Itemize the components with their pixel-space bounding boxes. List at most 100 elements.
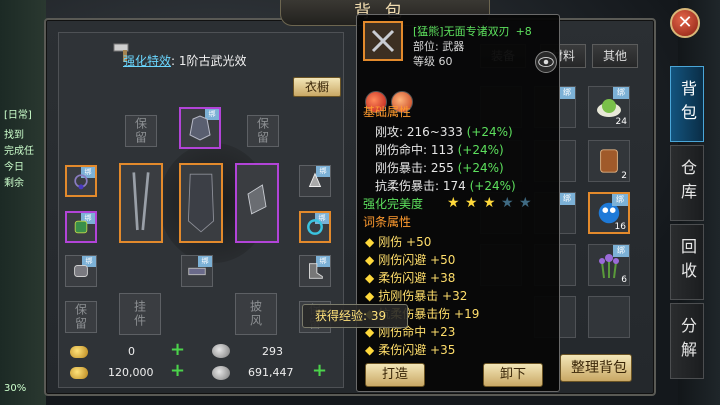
bound-silver-value: 691,447 <box>248 366 294 379</box>
wardrobe-button[interactable]: 衣橱 <box>293 77 341 97</box>
weapon-slot[interactable] <box>119 163 163 243</box>
add-gold-button[interactable]: + <box>170 341 185 359</box>
earring-icon <box>308 172 322 187</box>
cloak-slot[interactable]: 披风 <box>235 293 277 335</box>
coin-icon <box>70 367 88 379</box>
stat-line: 刚攻: 216~333 (+24%) <box>375 125 513 139</box>
necklace-icon <box>74 174 88 190</box>
inventory-slot[interactable] <box>588 296 630 338</box>
item-slot-line: 部位: 武器 <box>413 40 465 53</box>
reserved-slot[interactable]: 保留 <box>247 115 279 147</box>
base-attributes-title: 基础属性 <box>363 105 412 119</box>
quest-line: [日常] <box>4 110 32 121</box>
slot-value: 武器 <box>442 40 465 53</box>
quest-line: 找到 <box>4 130 24 141</box>
exp-gain-popup: 获得经验: 39 <box>302 304 408 328</box>
star-icon: ★ <box>501 195 514 211</box>
ring-icon <box>74 220 88 234</box>
gold-ingot-icon <box>70 346 88 358</box>
item-name-line: [猛熊]无面专诸双刃 +8 <box>413 23 532 39</box>
level-label: 等级 <box>413 55 435 68</box>
bound-tag: 绑 <box>613 87 629 99</box>
item-count: 16 <box>614 222 626 232</box>
star-icon: ★ <box>519 195 532 211</box>
star-icon: ★ <box>465 195 478 211</box>
quest-line: 剩余 <box>4 178 24 189</box>
tab-warehouse[interactable]: 仓库 <box>670 145 704 221</box>
bound-tag: 绑 <box>613 245 629 257</box>
quest-line: 完成任 <box>4 146 34 157</box>
item-icon <box>363 21 403 61</box>
reserved-slot[interactable]: 保留 <box>125 115 157 147</box>
inventory-slot[interactable]: 2 <box>588 140 630 182</box>
tab-bag[interactable]: 背包 <box>670 66 704 142</box>
reserved-slot[interactable]: 保留 <box>65 301 97 333</box>
inventory-slot[interactable]: 绑 24 <box>588 86 630 128</box>
unequip-button[interactable]: 卸下 <box>483 363 543 387</box>
stat-line: 抗柔伤暴击: 174 (+24%) <box>375 179 516 193</box>
dual-blade-icon <box>132 172 150 231</box>
bracelet-icon <box>307 219 323 235</box>
enhance-effect-label[interactable]: 强化特效 <box>123 54 171 68</box>
item-count: 2 <box>621 171 627 181</box>
gold-value: 0 <box>128 345 135 358</box>
dual-blade-icon <box>371 29 395 53</box>
necklace-slot[interactable]: 绑 <box>65 165 97 197</box>
armor-slot[interactable] <box>179 163 223 243</box>
quest-progress: 30% <box>4 383 27 394</box>
bracer-icon <box>247 184 267 215</box>
silver-value: 293 <box>262 345 283 358</box>
stat-line: 刚伤命中: 113 (+24%) <box>375 143 504 157</box>
boots-slot[interactable]: 绑 <box>299 255 331 287</box>
tab-recycle[interactable]: 回收 <box>670 224 704 300</box>
sort-bag-button[interactable]: 整理背包 <box>560 354 632 382</box>
item-name: [猛熊]无面专诸双刃 <box>413 25 510 38</box>
star-icon: ★ <box>483 195 496 211</box>
silver-icon <box>212 344 230 358</box>
tab-other[interactable]: 其他 <box>592 44 638 68</box>
affix-line: ◆ 抗刚伤暴击 +32 <box>365 289 468 303</box>
helmet-icon <box>189 115 211 141</box>
gloves-icon <box>74 265 88 277</box>
item-enhance-level: +8 <box>515 25 532 38</box>
perfection-label: 强化完美度 <box>363 197 424 211</box>
level-value: 60 <box>438 55 453 68</box>
bracelet-slot[interactable]: 绑 <box>299 211 331 243</box>
forge-button[interactable]: 打造 <box>365 363 425 387</box>
pendant-slot[interactable]: 挂件 <box>119 293 161 335</box>
boots-icon <box>309 263 323 279</box>
slot-label: 部位 <box>413 40 435 53</box>
offhand-slot[interactable] <box>235 163 279 243</box>
inventory-slot[interactable]: 绑 6 <box>588 244 630 286</box>
bound-tag: 绑 <box>612 194 628 206</box>
belt-slot[interactable]: 绑 <box>181 255 213 287</box>
add-coin-button[interactable]: + <box>170 362 185 380</box>
exp-label: 获得经验: <box>315 309 368 323</box>
side-nav: 背包 仓库 回收 分解 <box>670 66 710 382</box>
belt-icon <box>188 267 206 276</box>
tab-decompose[interactable]: 分解 <box>670 303 704 379</box>
item-count: 24 <box>615 117 627 127</box>
close-button[interactable]: ✕ <box>670 8 700 38</box>
affix-line: ◆ 柔伤闪避 +35 <box>365 343 456 357</box>
quest-line: 今日 <box>4 162 24 173</box>
gloves-slot[interactable]: 绑 <box>65 255 97 287</box>
item-count: 6 <box>621 275 627 285</box>
star-icon: ★ <box>447 195 460 211</box>
bound-silver-icon <box>212 366 230 380</box>
earring-slot[interactable]: 绑 <box>299 165 331 197</box>
affix-line: ◆ 刚伤 +50 <box>365 235 432 249</box>
affix-line: ◆ 柔伤闪避 +38 <box>365 271 456 285</box>
helmet-slot[interactable]: 绑 <box>179 107 221 149</box>
equipment-panel: 强化特效: 1阶古武光效 衣橱 保留 绑 保留 绑 绑 绑 绑 绑 绑 绑 保留… <box>58 32 344 388</box>
ring-slot[interactable]: 绑 <box>65 211 97 243</box>
stat-line: 刚伤暴击: 255 (+24%) <box>375 161 504 175</box>
inventory-slot[interactable]: 绑 16 <box>588 192 630 234</box>
add-silver-button[interactable]: + <box>312 362 327 380</box>
item-tooltip: [猛熊]无面专诸双刃 +8 部位: 武器 等级 60 基础属性 刚攻: 216~3… <box>356 14 560 392</box>
quest-tracker[interactable]: [日常] 找到 完成任 今日 剩余 30% <box>0 0 46 405</box>
exp-value: 39 <box>370 309 387 323</box>
preview-eye-icon[interactable] <box>535 51 557 73</box>
affix-attributes-title: 词条属性 <box>363 215 412 229</box>
eye-icon <box>538 57 554 67</box>
